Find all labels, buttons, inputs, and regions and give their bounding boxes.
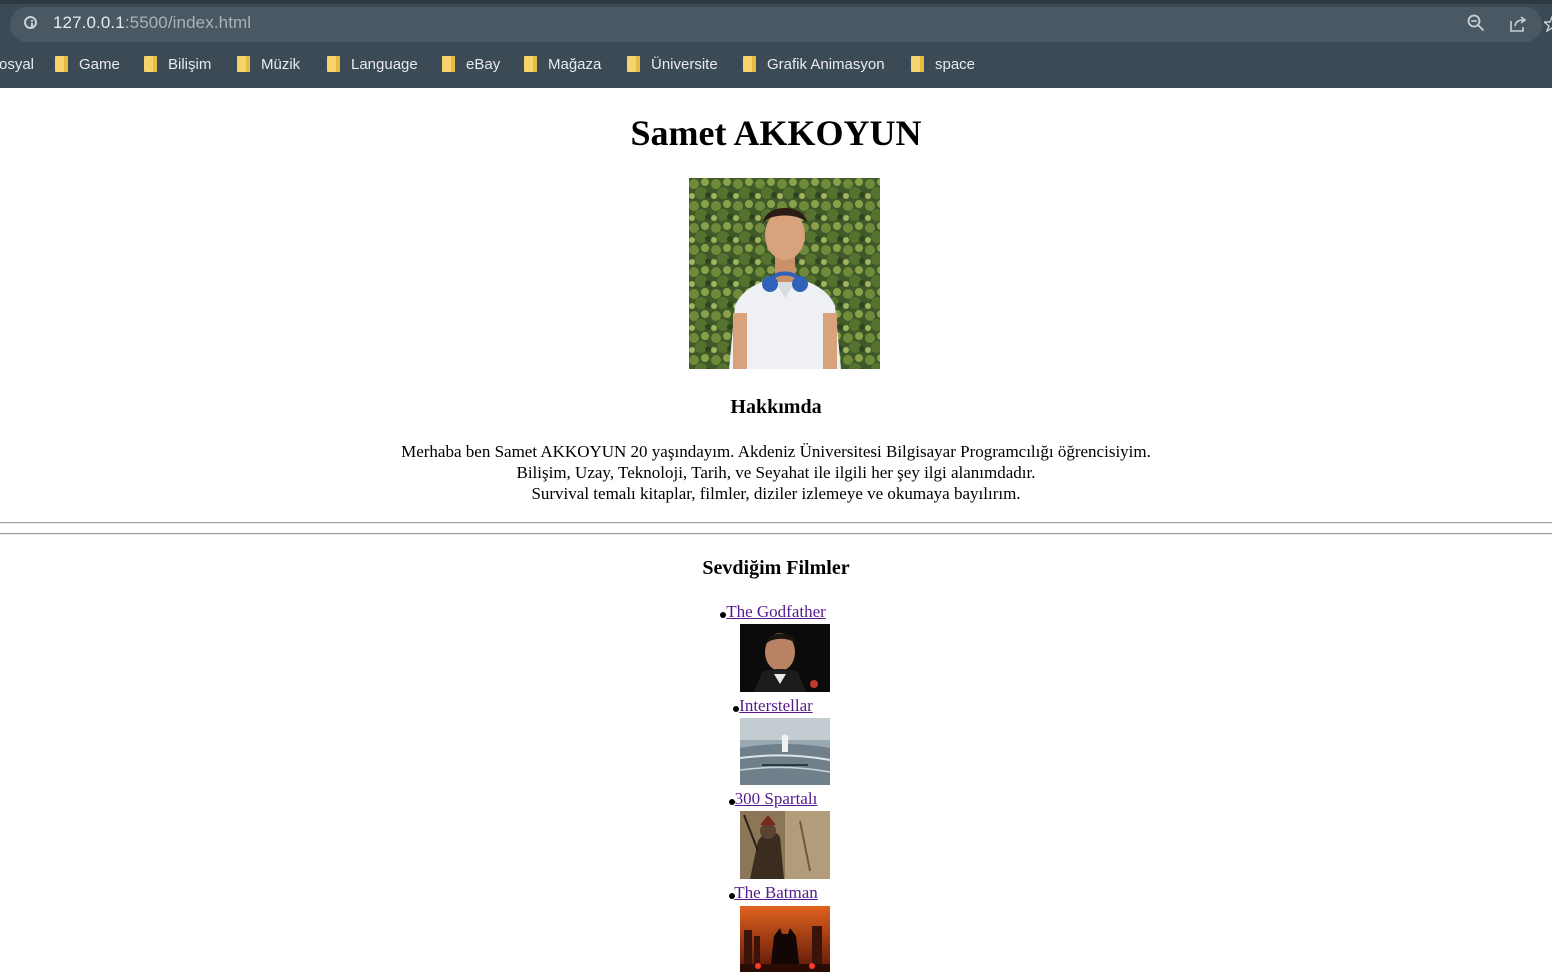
bookmark-label: Game — [79, 56, 120, 73]
film-poster-godfather — [740, 624, 830, 692]
folder-icon — [627, 56, 640, 72]
folder-icon — [911, 56, 924, 72]
bookmark-label: Grafik Animasyon — [767, 56, 885, 73]
film-poster-batman — [740, 906, 830, 972]
about-paragraph: Merhaba ben Samet AKKOYUN 20 yaşındayım.… — [0, 441, 1552, 504]
zoom-icon[interactable] — [1467, 14, 1485, 32]
site-info-icon[interactable] — [24, 16, 37, 29]
folder-icon — [743, 56, 756, 72]
tab-strip-edge — [0, 0, 1552, 4]
film-link-300-spartali[interactable]: 300 Spartalı — [735, 789, 818, 808]
bookmark-star-icon[interactable] — [1544, 16, 1552, 32]
bookmark-folder-language[interactable]: Language — [327, 56, 418, 73]
page-title: Samet AKKOYUN — [630, 113, 922, 153]
bookmark-folder-space[interactable]: space — [911, 56, 975, 73]
folder-icon — [327, 56, 340, 72]
bookmark-label: Bilişim — [168, 56, 212, 73]
share-icon[interactable] — [1508, 14, 1528, 34]
list-item: Interstellar — [0, 696, 1552, 720]
about-heading: Hakkımda — [730, 396, 822, 418]
browser-chrome: 127.0.0.1:5500/index.html osyal Game Bil… — [0, 0, 1552, 88]
about-line: Survival temalı kitaplar, filmler, dizil… — [531, 484, 1021, 503]
film-link-godfather[interactable]: The Godfather — [726, 602, 826, 621]
bookmark-label: Üniversite — [651, 56, 718, 73]
about-line: Bilişim, Uzay, Teknoloji, Tarih, ve Seya… — [516, 463, 1036, 482]
url-text[interactable]: 127.0.0.1:5500/index.html — [53, 13, 251, 33]
bookmark-label: Müzik — [261, 56, 301, 73]
page-content: Samet AKKOYUN Hakkımda Merhaba ben Samet… — [0, 88, 1552, 976]
folder-icon — [55, 56, 68, 72]
bookmark-label: eBay — [466, 56, 501, 73]
profile-photo — [689, 178, 880, 369]
bookmark-label: Mağaza — [548, 56, 602, 73]
bookmark-label: space — [935, 56, 976, 73]
bookmarks-bar: osyal Game Bilişim Müzik Language eBay M… — [0, 50, 1552, 80]
bullet — [729, 799, 735, 805]
film-link-the-batman[interactable]: The Batman — [734, 883, 818, 902]
list-item: The Batman — [0, 883, 1552, 907]
bookmark-folder-universite[interactable]: Üniversite — [627, 56, 718, 73]
folder-icon — [442, 56, 455, 72]
bookmark-label: Language — [351, 56, 418, 73]
bullet — [733, 706, 739, 712]
divider — [0, 522, 1552, 524]
bookmark-folder-grafik-animasyon[interactable]: Grafik Animasyon — [743, 56, 885, 73]
folder-icon — [524, 56, 537, 72]
film-poster-300 — [740, 811, 830, 879]
bookmark-folder-magaza[interactable]: Mağaza — [524, 56, 601, 73]
bullet — [729, 893, 735, 899]
film-poster-interstellar — [740, 718, 830, 786]
bookmark-folder-muzik[interactable]: Müzik — [237, 56, 300, 73]
divider — [0, 533, 1552, 535]
bullet — [720, 612, 726, 618]
bookmark-label: osyal — [0, 56, 35, 73]
list-item: The Godfather — [0, 602, 1552, 626]
list-item: 300 Spartalı — [0, 789, 1552, 813]
bookmark-folder-game[interactable]: Game — [55, 56, 120, 73]
folder-icon — [144, 56, 157, 72]
bookmark-folder-sosyal[interactable]: osyal — [0, 56, 34, 73]
bookmark-folder-ebay[interactable]: eBay — [442, 56, 500, 73]
films-heading: Sevdiğim Filmler — [702, 557, 850, 579]
about-line: Merhaba ben Samet AKKOYUN 20 yaşındayım.… — [401, 442, 1151, 461]
film-link-interstellar[interactable]: Interstellar — [739, 696, 813, 715]
folder-icon — [237, 56, 250, 72]
bookmark-folder-bilisim[interactable]: Bilişim — [144, 56, 211, 73]
